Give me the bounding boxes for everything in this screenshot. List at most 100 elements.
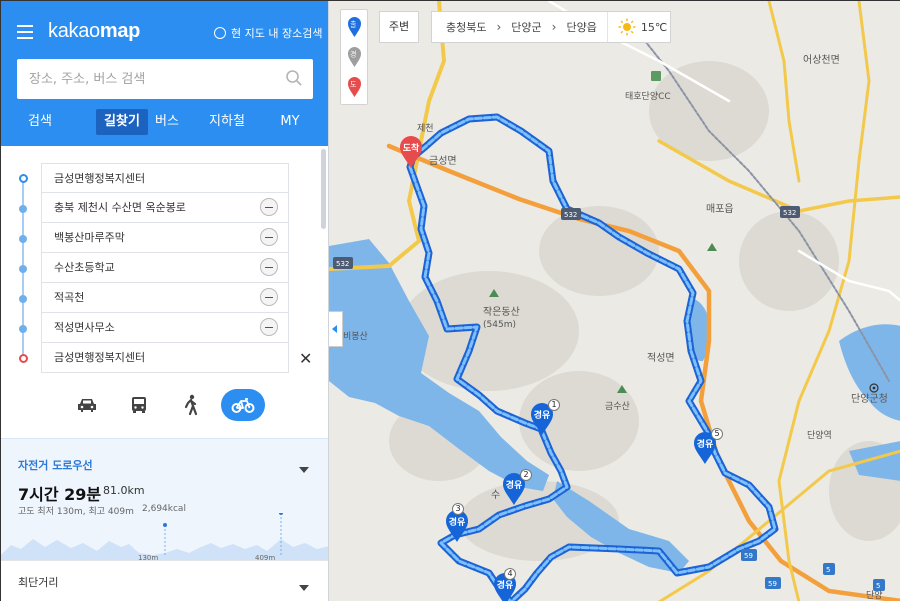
route-duration: 7시간 29분 xyxy=(18,485,102,504)
via-label: 경유 xyxy=(496,581,514,591)
radio-icon[interactable] xyxy=(214,27,226,39)
via-marker-label: 경 xyxy=(350,50,356,59)
weather-widget[interactable]: 15℃ xyxy=(606,12,668,42)
remove-waypoint-button[interactable] xyxy=(260,288,278,306)
via-marker-3[interactable]: 경유 3 xyxy=(444,503,470,543)
via-dot-icon xyxy=(19,325,27,333)
road-number-label: 532 xyxy=(783,209,796,217)
tab-subway[interactable]: 지하철 xyxy=(207,109,247,135)
mode-bus-button[interactable] xyxy=(117,389,161,421)
via-number: 4 xyxy=(504,568,516,580)
route-option-bike-road[interactable]: 자전거 도로우선 7시간 29분 81.0km 고도 최저 130m, 최고 4… xyxy=(1,438,328,561)
waypoint-end[interactable]: 금성면행정복지센터 xyxy=(41,343,289,373)
elevation-profile-chart: 130m 409m xyxy=(1,513,328,561)
menu-icon[interactable] xyxy=(17,25,33,39)
road-number-label: 59 xyxy=(744,552,753,560)
place-label: 수 xyxy=(491,489,500,501)
road-number-label: 5 xyxy=(826,566,830,574)
waypoint-via-1[interactable]: 충북 제천시 수산면 옥순봉로 xyxy=(41,193,289,223)
route-option-shortest[interactable]: 최단거리 xyxy=(1,560,328,601)
place-label: 적성면 xyxy=(647,352,675,364)
sidebar-header: kakaomap 현 지도 내 장소검색 검색 길찾기 버스 지하철 MY xyxy=(1,1,328,146)
via-number: 5 xyxy=(711,428,723,440)
waypoint-label: 금성면행정복지센터 xyxy=(54,351,146,364)
via-marker-4[interactable]: 경유 4 xyxy=(492,568,518,601)
chevron-down-icon[interactable] xyxy=(299,467,309,473)
search-input[interactable] xyxy=(17,59,257,99)
remove-waypoint-button[interactable] xyxy=(260,318,278,336)
via-marker-icon: 경 xyxy=(348,47,361,67)
place-label: 제천 xyxy=(417,123,434,134)
waypoint-label: 금성면행정복지센터 xyxy=(54,172,146,185)
waypoint-label: 수산초등학교 xyxy=(54,261,115,274)
waypoint-label: 적성면사무소 xyxy=(54,321,115,334)
tab-my[interactable]: MY xyxy=(277,109,303,135)
place-label: 금수산 xyxy=(605,401,630,412)
place-label: 비봉산 xyxy=(343,331,368,342)
via-dot-icon xyxy=(19,265,27,273)
place-label: 매포읍 xyxy=(706,203,734,215)
search-icon[interactable] xyxy=(285,69,303,91)
mode-bicycle-button[interactable] xyxy=(221,389,265,421)
map-view[interactable]: 532 532 532 59 59 5 5 제천 금성면 태호단양CC 어상천면… xyxy=(329,1,900,601)
chevron-right-icon: › xyxy=(496,20,502,34)
remove-waypoint-button[interactable] xyxy=(260,228,278,246)
search-box xyxy=(17,59,313,99)
start-marker-icon: 출 xyxy=(348,17,361,37)
chevron-down-icon[interactable] xyxy=(299,585,309,591)
place-label: 금성면 xyxy=(429,155,457,167)
map-area-search-toggle[interactable]: 현 지도 내 장소검색 xyxy=(214,25,322,41)
place-label: 태호단양CC xyxy=(625,91,671,102)
remove-waypoint-button[interactable] xyxy=(260,198,278,216)
bus-icon xyxy=(132,397,146,413)
mode-car-button[interactable] xyxy=(65,389,109,421)
chevron-right-icon: › xyxy=(551,20,557,34)
via-marker-5[interactable]: 경유 5 xyxy=(692,428,723,465)
mode-walk-button[interactable] xyxy=(169,389,213,421)
waypoint-via-4[interactable]: 적곡천 xyxy=(41,283,289,313)
walk-icon xyxy=(184,394,198,416)
place-label: (545m) xyxy=(483,320,516,330)
tab-search[interactable]: 검색 xyxy=(1,109,79,135)
waypoint-list: 금성면행정복지센터 충북 제천시 수산면 옥순봉로 백봉산마루주막 수산초등학교… xyxy=(1,146,328,436)
waypoint-start[interactable]: 금성면행정복지센터 xyxy=(41,163,289,193)
route-distance: 81.0km xyxy=(103,484,145,497)
place-label: 작은동산 xyxy=(483,306,520,318)
tab-directions[interactable]: 길찾기 xyxy=(96,109,148,135)
nearby-button[interactable]: 주변 xyxy=(379,11,419,43)
temperature: 15℃ xyxy=(640,20,668,34)
start-marker-button[interactable]: 출 xyxy=(347,16,362,37)
close-icon[interactable]: ✕ xyxy=(299,349,312,368)
breadcrumb-province[interactable]: 충청북도 xyxy=(446,19,486,35)
via-marker-button[interactable]: 경 xyxy=(347,46,362,67)
collapse-sidebar-button[interactable] xyxy=(329,311,343,347)
via-label: 경유 xyxy=(448,518,466,528)
breadcrumb-town[interactable]: 단양읍 xyxy=(566,19,596,35)
end-marker-button[interactable]: 도 xyxy=(347,76,362,97)
tab-bus[interactable]: 버스 xyxy=(152,109,182,135)
map-area-search-label: 현 지도 내 장소검색 xyxy=(231,27,323,40)
waypoint-via-2[interactable]: 백봉산마루주막 xyxy=(41,223,289,253)
kakaomap-logo[interactable]: kakaomap xyxy=(48,20,140,43)
road-number-label: 5 xyxy=(876,582,880,590)
via-number: 2 xyxy=(520,469,532,481)
map-canvas[interactable]: 532 532 532 59 59 5 5 제천 금성면 태호단양CC 어상천면… xyxy=(329,1,900,601)
remove-waypoint-button[interactable] xyxy=(260,258,278,276)
via-number: 1 xyxy=(548,399,560,411)
transport-modes xyxy=(1,389,328,421)
via-marker-2[interactable]: 경유 2 xyxy=(501,469,532,506)
waypoint-via-5[interactable]: 적성면사무소 xyxy=(41,313,289,343)
via-dot-icon xyxy=(19,295,27,303)
start-dot-icon xyxy=(18,174,28,183)
place-label: 단양역 xyxy=(807,430,832,441)
road-number-label: 59 xyxy=(768,580,777,588)
arrival-marker[interactable]: 도착 xyxy=(398,135,424,169)
via-marker-1[interactable]: 경유 1 xyxy=(529,399,560,436)
waypoint-label: 백봉산마루주막 xyxy=(54,231,125,244)
route-marker-palette: 출 경 도 xyxy=(340,9,368,105)
waypoint-via-3[interactable]: 수산초등학교 xyxy=(41,253,289,283)
region-breadcrumb: 충청북도 › 단양군 › 단양읍 15℃ xyxy=(431,11,671,43)
breadcrumb-county[interactable]: 단양군 xyxy=(511,19,541,35)
via-dot-icon xyxy=(19,205,27,213)
waypoint-label: 충북 제천시 수산면 옥순봉로 xyxy=(54,201,186,214)
